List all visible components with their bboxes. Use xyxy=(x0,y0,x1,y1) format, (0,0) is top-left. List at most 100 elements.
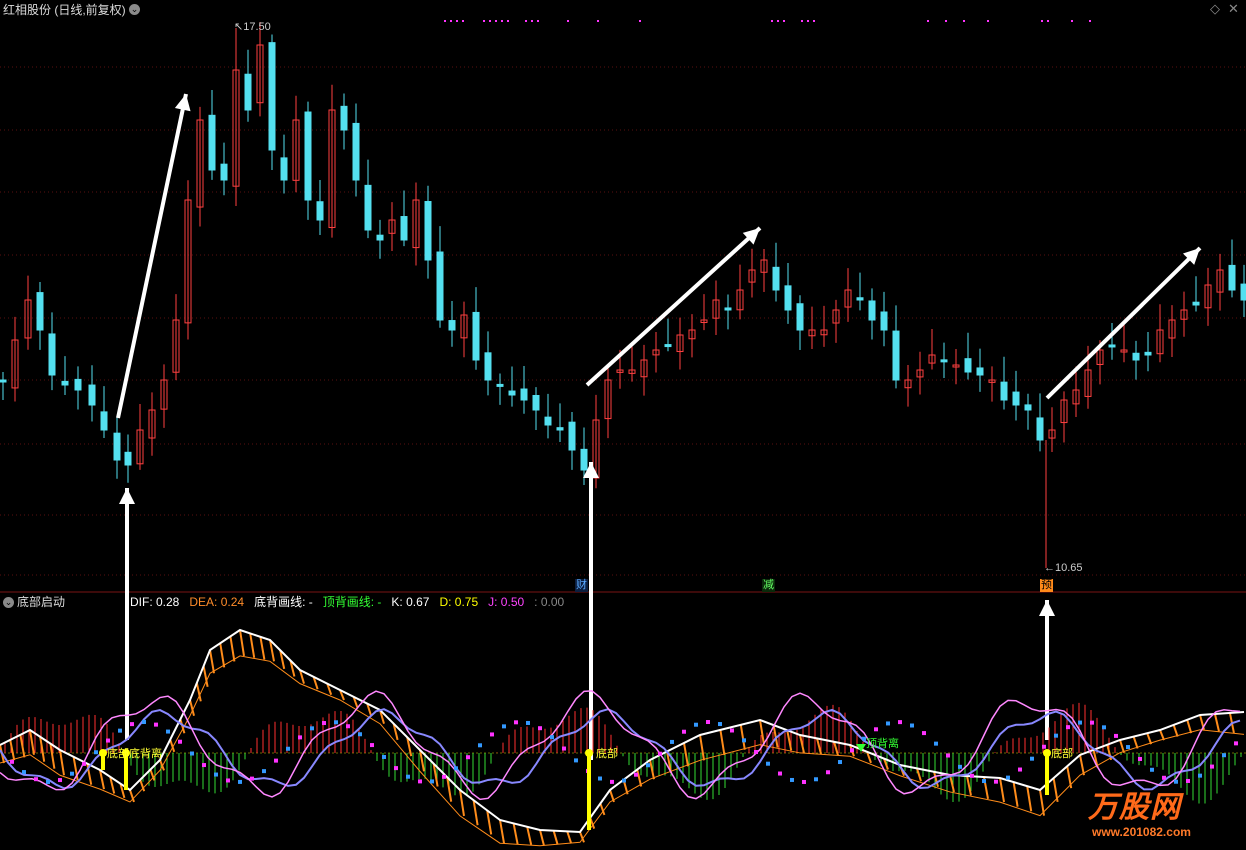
candle-body xyxy=(544,416,552,426)
candle-body xyxy=(796,303,804,331)
dea-hatch xyxy=(539,829,545,846)
readout-7: : 0.00 xyxy=(534,595,565,609)
signal-square xyxy=(226,778,230,783)
dea-hatch xyxy=(229,636,236,662)
signal-dot xyxy=(1041,20,1043,22)
signal-square xyxy=(334,720,338,725)
dea-hatch xyxy=(1159,729,1165,741)
candle-body xyxy=(472,311,480,361)
signal-square xyxy=(910,723,914,728)
dea-hatch xyxy=(59,749,65,776)
signal-square xyxy=(1150,767,1154,772)
dea-hatch xyxy=(1172,724,1179,737)
indicator-menu-icon[interactable]: ⌄ xyxy=(3,597,14,608)
signal-square xyxy=(490,732,494,737)
candle-body xyxy=(1144,351,1152,356)
signal-square xyxy=(838,760,842,765)
signal-square xyxy=(646,763,650,768)
candle-body xyxy=(113,432,121,461)
kline-chart[interactable] xyxy=(0,0,1246,850)
signal-square xyxy=(814,777,818,782)
signal-dot xyxy=(444,20,446,22)
candle-body xyxy=(508,390,516,396)
signal-square xyxy=(130,722,134,727)
dea-hatch xyxy=(49,743,56,769)
readout-2: 底背画线: - xyxy=(254,595,313,609)
signal-square xyxy=(598,776,602,781)
indicator-readouts: DIF: 0.28 DEA: 0.24 底背画线: - 顶背画线: - K: 0.67 D… xyxy=(130,594,574,610)
signal-square xyxy=(238,779,242,784)
signal-dot xyxy=(483,20,485,22)
bottom-marker-dot xyxy=(1043,749,1051,757)
signal-square xyxy=(982,779,986,784)
candle-body xyxy=(496,383,504,387)
signal-dot xyxy=(495,20,497,22)
candle-body xyxy=(220,163,228,181)
signal-square xyxy=(742,738,746,743)
signal-square xyxy=(466,755,470,760)
signal-square xyxy=(262,769,266,774)
signal-dot xyxy=(531,20,533,22)
trend-arrow-2 xyxy=(585,226,762,387)
dea-hatch xyxy=(999,777,1005,803)
readout-6: J: 0.50 xyxy=(488,595,525,609)
signal-square xyxy=(322,721,326,726)
signal-dot xyxy=(963,20,965,22)
signal-square xyxy=(934,741,938,746)
signal-square xyxy=(514,720,518,725)
candle-body xyxy=(664,344,672,348)
signal-dot xyxy=(525,20,527,22)
signal-square xyxy=(82,761,86,766)
signal-square xyxy=(58,778,62,783)
watermark-url: www.201082.com xyxy=(1092,825,1191,839)
dea-hatch xyxy=(219,643,226,668)
candle-body xyxy=(208,114,216,171)
dea-hatch xyxy=(459,789,465,817)
dea-hatch xyxy=(526,826,533,846)
candle-body xyxy=(1240,283,1246,301)
candle-body xyxy=(88,384,96,406)
candle-body xyxy=(436,251,444,321)
signal-square xyxy=(94,750,98,755)
candle-body xyxy=(772,266,780,291)
signal-dot xyxy=(507,20,509,22)
candle-body xyxy=(400,216,408,241)
signal-square xyxy=(142,720,146,725)
candle-body xyxy=(364,184,372,231)
readout-0: DIF: 0.28 xyxy=(130,595,180,609)
signal-dot xyxy=(807,20,809,22)
signal-square xyxy=(274,758,278,763)
signal-square xyxy=(34,777,38,782)
bottom-marker-dot xyxy=(99,749,107,757)
signal-square xyxy=(886,721,890,726)
signal-square xyxy=(370,743,374,748)
signal-square xyxy=(694,722,698,727)
signal-square xyxy=(1162,775,1166,780)
dea-hatch xyxy=(599,803,606,816)
signal-dot xyxy=(450,20,452,22)
candle-body xyxy=(568,421,576,451)
dea-hatch xyxy=(1079,754,1085,776)
indicator-title: 底部启动 xyxy=(17,595,66,609)
signal-square xyxy=(454,766,458,771)
signal-square xyxy=(1078,720,1082,725)
signal-dot xyxy=(1071,20,1073,22)
signal-badge-jian: 减 xyxy=(762,579,775,592)
signal-square xyxy=(1114,733,1118,738)
signal-square xyxy=(874,727,878,732)
signal-square xyxy=(22,770,26,775)
candle-body xyxy=(1036,417,1044,441)
dea-hatch xyxy=(1186,719,1193,734)
signal-square xyxy=(346,724,350,729)
signal-square xyxy=(610,779,614,784)
signal-square xyxy=(634,772,638,777)
dea-hatch xyxy=(209,649,215,674)
signal-dot xyxy=(456,20,458,22)
low-price-label: ←10.65 xyxy=(1044,562,1083,574)
candle-body xyxy=(124,451,132,466)
candle-body xyxy=(976,367,984,376)
signal-square xyxy=(406,774,410,779)
signal-square xyxy=(1042,744,1046,749)
signal-square xyxy=(790,777,794,782)
signal-square xyxy=(526,720,530,725)
